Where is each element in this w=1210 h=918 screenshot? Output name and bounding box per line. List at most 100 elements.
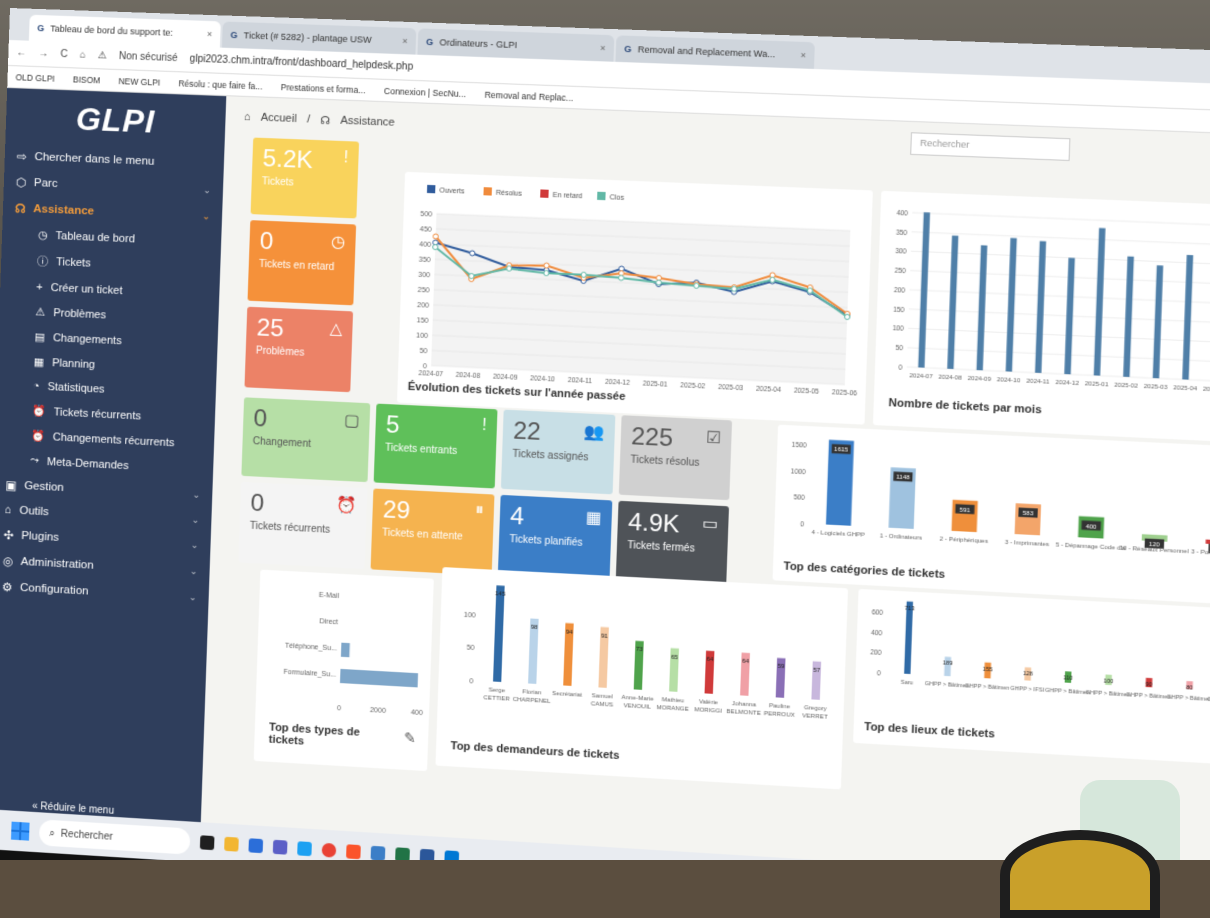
plot-area xyxy=(431,213,851,385)
requesters-card: 0 50 100 145 Serge CETTIER 98 Florian CHARPENEL 9… xyxy=(435,567,849,790)
tile-tickets-recurrents[interactable]: 0 Tickets récurrents ⏰ xyxy=(238,481,368,570)
bookmark-item[interactable]: Prestations et forma... xyxy=(281,82,366,95)
y-tick-label: 250 xyxy=(894,268,906,276)
x-tick-label: 2024-09 xyxy=(968,376,992,383)
tile-icon: ▢ xyxy=(343,412,360,431)
requester-label: Pauline xyxy=(769,703,791,710)
value-label: 1148 xyxy=(896,475,911,482)
edit-icon[interactable]: ✎ xyxy=(404,729,417,747)
tile-label: Tickets xyxy=(261,176,294,189)
bookmark-item[interactable]: Résolu : que faire fa... xyxy=(178,78,263,91)
close-icon[interactable]: × xyxy=(207,29,213,39)
outlook-icon[interactable] xyxy=(248,838,264,854)
tile-tickets-assignes[interactable]: 22 Tickets assignés 👥 xyxy=(500,409,616,495)
requester-label: Anne-Marie xyxy=(621,695,654,703)
url-text[interactable]: glpi2023.chm.intra/front/dashboard_helpd… xyxy=(190,54,414,73)
bookmark-item[interactable]: NEW GLPI xyxy=(118,76,160,88)
tab-label: Ordinateurs - GLPI xyxy=(439,37,518,51)
requester-label: CAMUS xyxy=(591,701,614,708)
y-tick-label: 400 xyxy=(871,629,883,637)
legend-label: Résolus xyxy=(496,190,523,198)
tab-label: Ticket (# 5282) - plantage USW xyxy=(243,30,372,45)
type-label: Formulaire_Su... xyxy=(283,669,336,679)
legend-label: Clos xyxy=(609,194,624,202)
bookmark-item[interactable]: OLD GLPI xyxy=(15,72,55,83)
chevron-down-icon: ⌄ xyxy=(190,539,199,550)
bookmark-item[interactable]: Connexion | SecNu... xyxy=(384,85,467,98)
x-tick-label: 2024-11 xyxy=(568,377,593,385)
glpi-logo[interactable]: GLPI xyxy=(5,88,226,152)
taskbar-search[interactable]: ⌕ Rechercher xyxy=(38,819,191,855)
x-tick-label: 2025-03 xyxy=(718,384,744,392)
windows-start-icon[interactable] xyxy=(10,821,30,841)
requester-label: BELMONTE xyxy=(726,709,761,717)
y-tick-label: 150 xyxy=(416,317,428,325)
tile-tickets[interactable]: 5.2K Tickets! xyxy=(250,137,360,219)
month-bar xyxy=(947,235,959,370)
tile-tickets-planifies[interactable]: 4 Tickets planifiés ▦ xyxy=(497,494,613,582)
value-label: 100 xyxy=(1103,679,1113,686)
close-icon[interactable]: × xyxy=(800,50,806,60)
tile-tickets-fermes[interactable]: 4.9K Tickets fermés ▭ xyxy=(615,500,730,589)
requester-label: CHARPENEL xyxy=(513,697,552,705)
tile-tickets-attente[interactable]: 29 Tickets en attente ⏸ xyxy=(370,488,495,576)
tile-icon: ! xyxy=(481,416,487,435)
sidebar-item-label: Changements xyxy=(52,331,122,347)
locations-card: 0 200 400 600 713 Saru 189 GHPP > Bâtimen 155 GHP… xyxy=(853,588,1210,767)
folder-icon[interactable] xyxy=(224,836,239,852)
tile-tickets-entrants[interactable]: 5 Tickets entrants! xyxy=(373,403,498,489)
point-ouverts xyxy=(470,251,475,256)
arrow-right-icon: ⇨ xyxy=(16,151,27,164)
brave-icon[interactable] xyxy=(346,844,361,860)
chevron-down-icon: ⌄ xyxy=(192,489,201,500)
sidebar-item-label: Parc xyxy=(33,177,58,191)
box-icon: ⬡ xyxy=(15,177,27,190)
y-tick-label: 0 xyxy=(800,521,804,528)
value-label: 65 xyxy=(671,654,679,661)
home-icon[interactable]: ⌂ xyxy=(80,50,86,61)
reload-icon[interactable]: C xyxy=(60,49,68,60)
tile-tickets-resolus[interactable]: 225 Tickets résolus ☑ xyxy=(618,415,733,501)
requester-label: Johanna xyxy=(732,701,757,709)
point-clos xyxy=(433,244,438,249)
line-chart-card: Ouverts Résolus En retard Clos 0 50 100 150 200 2… xyxy=(396,171,873,425)
location-label: GHPP > Bâtimen xyxy=(925,681,970,690)
back-icon[interactable]: ← xyxy=(16,47,26,58)
chrome-icon[interactable] xyxy=(321,842,337,858)
month-bar xyxy=(1034,241,1047,374)
terminal-icon[interactable] xyxy=(199,835,215,851)
tab-favicon-icon: G xyxy=(425,36,434,48)
headset-icon: ☊ xyxy=(14,203,26,216)
breadcrumb-home[interactable]: Accueil xyxy=(261,112,297,125)
x-tick-label: 2024-08 xyxy=(938,375,962,382)
legend-item: En retard xyxy=(540,189,583,200)
tile-problemes[interactable]: 25 Problèmes △ xyxy=(244,306,354,393)
tile-tickets-retard[interactable]: 0 Tickets en retard ◷ xyxy=(247,220,357,306)
month-bar xyxy=(1182,254,1194,380)
y-tick-label: 100 xyxy=(416,332,428,340)
x-tick-label: 2025-01 xyxy=(1085,381,1109,388)
sidebar-item-label: Tickets xyxy=(55,256,91,270)
close-icon[interactable]: × xyxy=(600,43,606,53)
tile-changement[interactable]: 0 Changement ▢ xyxy=(241,397,371,483)
x-tick-label: 2024-08 xyxy=(456,372,481,380)
close-icon[interactable]: × xyxy=(402,36,408,46)
app-icon[interactable] xyxy=(370,845,386,861)
tile-icon: ! xyxy=(343,149,349,167)
edge-icon[interactable] xyxy=(297,841,312,857)
value-label: 57 xyxy=(813,667,821,674)
category-label: 4 - Logiciels GHPP xyxy=(811,530,864,539)
y-tick-label: 600 xyxy=(872,609,884,617)
plus-icon: + xyxy=(36,281,43,294)
breadcrumb-assistance[interactable]: Assistance xyxy=(340,115,395,129)
x-tick-label: 2025-02 xyxy=(1114,383,1139,390)
teams-icon[interactable] xyxy=(272,839,288,855)
bookmark-item[interactable]: BISOM xyxy=(73,74,101,85)
bookmark-item[interactable]: Removal and Replac... xyxy=(484,89,573,102)
gear-icon: ⚙ xyxy=(1,581,13,595)
sidebar-item-label: Plugins xyxy=(21,529,60,544)
chevron-down-icon: ⌄ xyxy=(188,591,197,602)
photo-scene: G Tableau de bord du support te: × G Ticket … xyxy=(0,0,1210,918)
y-tick-label: 0 xyxy=(877,670,881,677)
forward-icon[interactable]: → xyxy=(38,48,48,59)
